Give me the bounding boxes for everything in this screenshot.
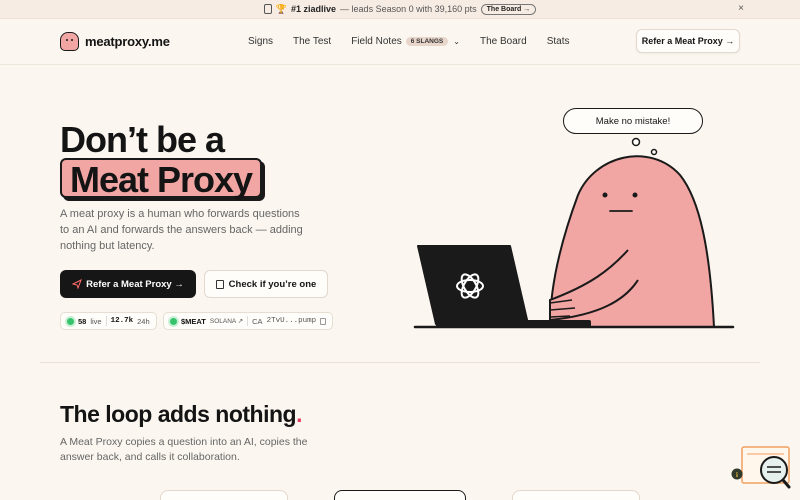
blob-eye: [602, 192, 608, 198]
close-icon[interactable]: ×: [738, 3, 744, 14]
chevron-down-icon[interactable]: ⌄: [453, 37, 460, 46]
announcement-bar: 🏆 #1 ziadlive — leads Season 0 with 39,1…: [0, 0, 800, 19]
refer-primary-label: Refer a Meat Proxy →: [86, 278, 184, 290]
meat-blob-illustration: [413, 137, 735, 329]
ca-label: CA: [252, 316, 263, 326]
nav-link-signs[interactable]: Signs: [248, 36, 273, 47]
section-divider: [40, 362, 760, 363]
hero-title-line1: Don’t be a: [60, 119, 225, 160]
section-description: A Meat Proxy copies a question into an A…: [60, 436, 308, 463]
section-title: The loop adds nothing.: [60, 401, 302, 428]
refer-primary-button[interactable]: Refer a Meat Proxy →: [60, 270, 196, 298]
loop-card: [334, 490, 466, 500]
views-count: 12.7k: [110, 317, 134, 325]
board-pill-button[interactable]: The Board →: [480, 3, 537, 15]
blob-logo-icon: [60, 32, 79, 51]
leader-name: #1 ziadlive: [291, 4, 337, 14]
live-label: live: [90, 316, 102, 326]
loop-card: [160, 490, 288, 500]
logo-text: meatproxy.me: [85, 34, 170, 49]
views-period: 24h: [137, 316, 150, 326]
info-icon: i: [736, 471, 738, 479]
copy-icon[interactable]: [320, 317, 327, 325]
nav-link-the-board[interactable]: The Board: [480, 36, 527, 47]
live-stats-pill: 58 live 12.7k 24h: [60, 312, 157, 330]
thought-dot: [650, 148, 658, 156]
divider: [105, 316, 107, 326]
section-title-dot: .: [296, 401, 302, 427]
logo[interactable]: meatproxy.me: [60, 32, 170, 51]
blob-eye: [632, 192, 638, 198]
floating-chat-widget[interactable]: i: [730, 446, 792, 491]
hero-title-highlight: Meat Proxy: [60, 158, 263, 200]
refer-nav-button[interactable]: Refer a Meat Proxy →: [636, 29, 740, 53]
nav-link-field-notes[interactable]: Field Notes: [351, 36, 402, 47]
top-nav: meatproxy.me Signs The Test Field Notes …: [0, 19, 800, 65]
nav-links: Signs The Test Field Notes 6 SLANGS ⌄ Th…: [248, 36, 589, 47]
token-chain-link[interactable]: SOLANA ↗: [210, 317, 243, 325]
divider: [247, 316, 249, 326]
loop-card: [512, 490, 640, 500]
leader-text: — leads Season 0 with 39,160 pts: [340, 4, 477, 14]
laptop-screen: [417, 245, 529, 325]
section-title-text: The loop adds nothing: [60, 401, 297, 427]
check-button[interactable]: Check if you’re one: [204, 270, 328, 298]
token-symbol: $MEAT: [181, 316, 206, 326]
nav-link-stats[interactable]: Stats: [547, 36, 570, 47]
field-notes-badge: 6 SLANGS: [405, 37, 449, 46]
contract-address: 2TvU...pump: [266, 317, 317, 325]
nav-link-the-test[interactable]: The Test: [293, 36, 331, 47]
trophy-icon: 🏆: [275, 3, 288, 14]
check-button-label: Check if you’re one: [228, 278, 317, 290]
live-count: 58: [78, 316, 87, 326]
token-dot-icon: [170, 317, 177, 325]
token-pill[interactable]: $MEAT SOLANA ↗ CA 2TvU...pump: [163, 312, 334, 330]
hero-description: A meat proxy is a human who forwards que…: [60, 208, 303, 252]
send-icon: [72, 279, 83, 289]
thought-dot: [631, 137, 641, 147]
clipboard-icon: [215, 279, 224, 289]
phone-icon: [263, 4, 272, 14]
live-dot-icon: [67, 317, 74, 325]
